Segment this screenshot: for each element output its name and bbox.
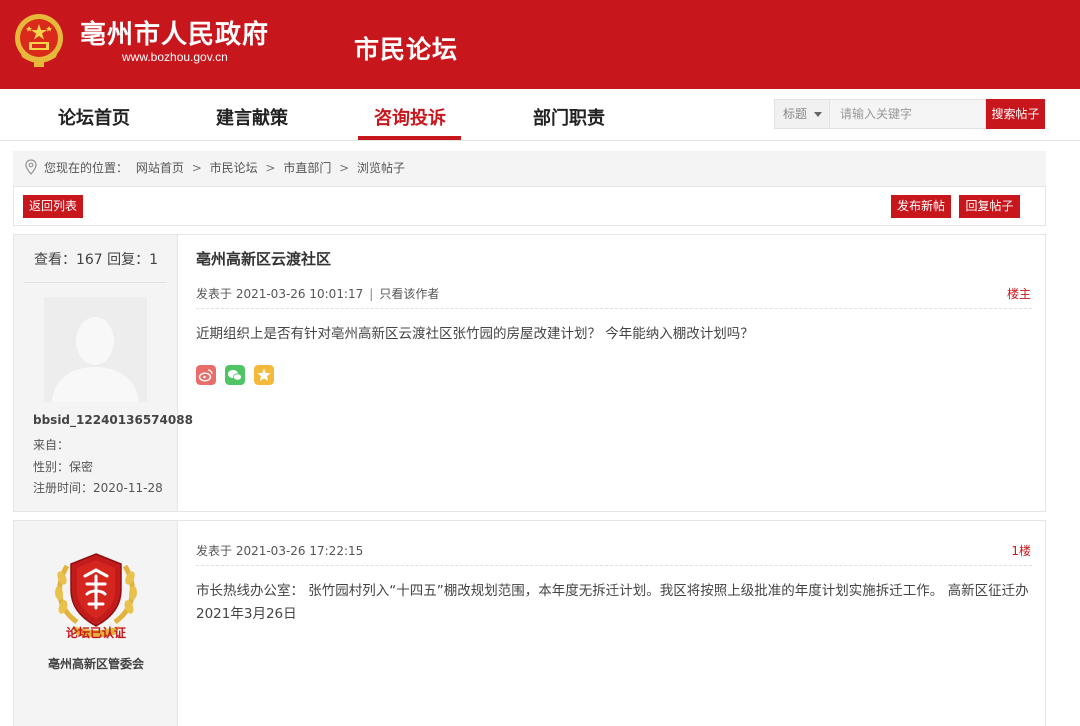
wechat-icon[interactable]: [225, 365, 245, 385]
breadcrumb-separator: >: [339, 161, 350, 175]
author-gender: 性别：保密: [33, 460, 94, 474]
nav-item-consult-complaints[interactable]: 咨询投诉: [374, 104, 446, 130]
national-emblem-icon: [15, 14, 63, 67]
site-name: 亳州市人民政府: [80, 20, 270, 50]
search-button[interactable]: 搜索帖子: [986, 99, 1045, 129]
post-date: 发表于 2021-03-26 17:22:15: [196, 544, 364, 558]
only-author-link[interactable]: 只看该作者: [379, 287, 439, 301]
main-nav: 论坛首页 建言献策 咨询投诉 部门职责 标题 请输入关键字 搜索帖子: [0, 89, 1080, 141]
divider: [24, 282, 167, 283]
breadcrumb-item-forum[interactable]: 市民论坛: [210, 161, 258, 175]
author-name[interactable]: 亳州高新区管委会: [14, 655, 178, 672]
chevron-down-icon: [814, 112, 822, 117]
post-title: 亳州高新区云渡社区: [196, 250, 332, 268]
verified-badge-text: 论坛已认证: [65, 626, 126, 640]
site-header: 亳州市人民政府 www.bozhou.gov.cn 市民论坛: [0, 0, 1080, 89]
active-tab-indicator: [358, 136, 461, 140]
breadcrumb-item-home[interactable]: 网站首页: [136, 161, 184, 175]
search-type-select[interactable]: 标题: [774, 99, 830, 129]
post-meta: 发表于 2021-03-26 10:01:17 | 只看该作者: [196, 285, 439, 302]
reply-button[interactable]: 回复帖子: [959, 195, 1020, 218]
nav-item-suggestions[interactable]: 建言献策: [216, 104, 288, 130]
author-panel: 查看：167 回复：1 bbsid_12240136574088 来自： 性别：…: [14, 235, 193, 511]
post-original: 查看：167 回复：1 bbsid_12240136574088 来自： 性别：…: [13, 234, 1046, 512]
favorite-star-icon[interactable]: [254, 365, 274, 385]
new-post-button[interactable]: 发布新帖: [891, 195, 951, 218]
search-type-value: 标题: [783, 107, 808, 121]
breadcrumb-item-city-depts[interactable]: 市直部门: [283, 161, 331, 175]
nav-item-forum-home[interactable]: 论坛首页: [58, 104, 130, 130]
nav-item-dept-duties[interactable]: 部门职责: [533, 104, 605, 130]
author-name[interactable]: bbsid_12240136574088: [33, 413, 193, 427]
divider: [196, 565, 1032, 566]
breadcrumb-prefix: 您现在的位置：: [44, 161, 129, 175]
breadcrumb: 您现在的位置： 网站首页 > 市民论坛 > 市直部门 > 浏览帖子: [13, 151, 1046, 186]
author-registered: 注册时间：2020-11-28: [33, 481, 163, 495]
breadcrumb-separator: >: [265, 161, 276, 175]
floor-label: 1楼: [1011, 544, 1031, 558]
post-date: 发表于 2021-03-26 10:01:17: [196, 287, 364, 301]
divider: [196, 308, 1032, 309]
meta-separator: |: [369, 287, 374, 301]
author-from: 来自：: [33, 438, 70, 452]
post-stats: 查看：167 回复：1: [33, 252, 159, 268]
floor-label: 楼主: [1006, 287, 1031, 301]
post-reply: 论坛已认证 亳州高新区管委会 发表于 2021-03-26 17:22:15 1…: [13, 520, 1046, 726]
back-to-list-button[interactable]: 返回列表: [23, 195, 83, 218]
post-body: 市长热线办公室： 张竹园村列入“十四五”棚改规划范围，本年度无拆迁计划。我区将按…: [196, 583, 1029, 622]
section-title: 市民论坛: [354, 35, 459, 64]
site-url[interactable]: www.bozhou.gov.cn: [122, 50, 228, 64]
post-toolbar: 返回列表 发布新帖 回复帖子: [13, 186, 1046, 226]
weibo-icon[interactable]: [196, 365, 216, 385]
post-body: 近期组织上是否有针对亳州高新区云渡社区张竹园的房屋改建计划？ 今年能纳入棚改计划…: [196, 326, 754, 342]
location-pin-icon: [25, 159, 37, 175]
breadcrumb-separator: >: [191, 161, 202, 175]
search-input[interactable]: 请输入关键字: [830, 99, 986, 129]
author-panel: 论坛已认证 亳州高新区管委会: [14, 521, 178, 726]
avatar[interactable]: [44, 297, 147, 402]
breadcrumb-item-current: 浏览帖子: [357, 161, 406, 175]
